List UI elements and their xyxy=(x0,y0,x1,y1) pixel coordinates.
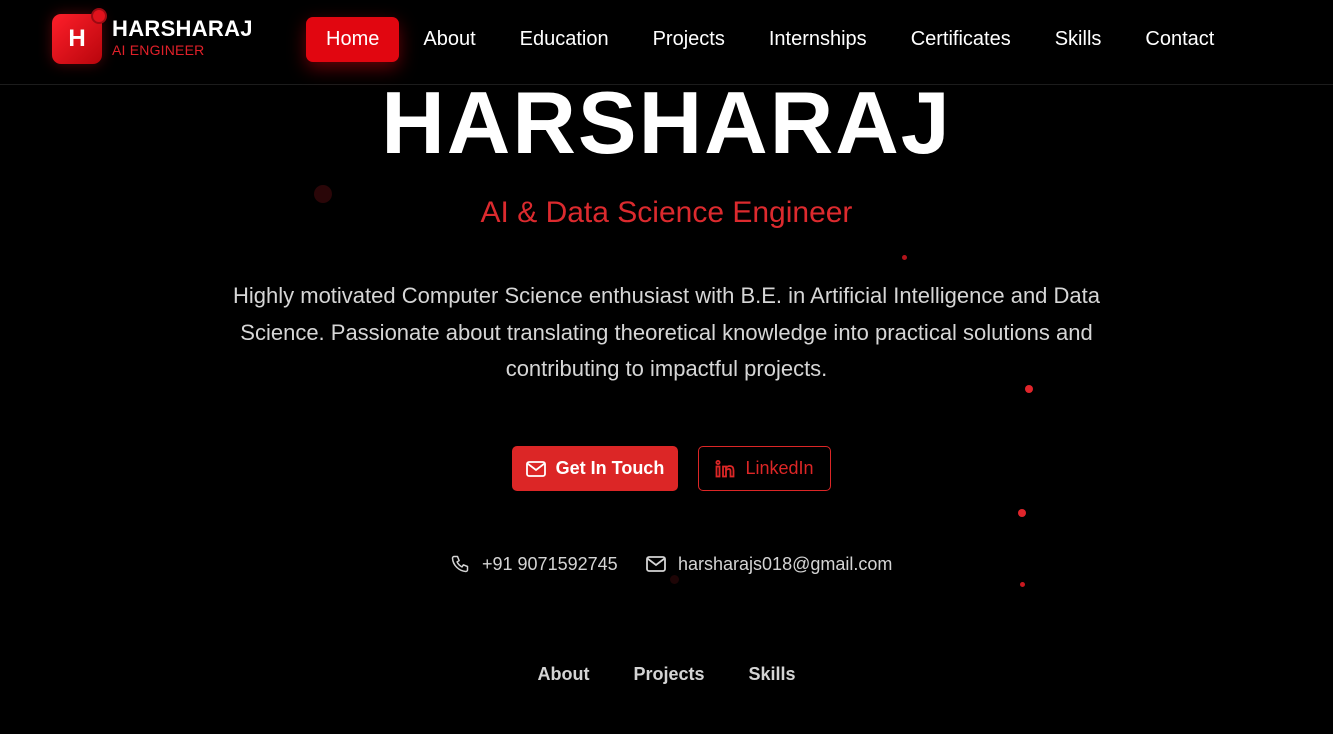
quick-links: About Projects Skills xyxy=(0,664,1333,685)
nav-contact[interactable]: Contact xyxy=(1125,17,1234,62)
contact-phone[interactable]: +91 9071592745 xyxy=(450,552,618,576)
linkedin-label: LinkedIn xyxy=(745,458,814,478)
nav-skills[interactable]: Skills xyxy=(1035,17,1122,62)
linkedin-button[interactable]: LinkedIn xyxy=(698,446,831,491)
get-in-touch-button[interactable]: Get In Touch xyxy=(512,446,678,491)
quick-link-about[interactable]: About xyxy=(537,664,589,685)
nav-education[interactable]: Education xyxy=(500,17,629,62)
email-address: harsharajs018@gmail.com xyxy=(678,553,893,574)
brand-initial: H xyxy=(68,25,86,52)
quick-link-skills[interactable]: Skills xyxy=(749,664,796,685)
phone-icon xyxy=(451,555,469,573)
brand-tagline: AI ENGINEER xyxy=(112,42,205,58)
linkedin-icon xyxy=(715,459,735,477)
nav-certificates[interactable]: Certificates xyxy=(891,17,1031,62)
nav-about[interactable]: About xyxy=(403,17,495,62)
particle-dot xyxy=(670,575,679,584)
top-navbar: H HARSHARAJ AI ENGINEER Home About Educa… xyxy=(0,0,1333,85)
mail-icon xyxy=(646,556,666,572)
particle-dot xyxy=(1020,582,1025,587)
phone-number: +91 9071592745 xyxy=(482,553,618,574)
contact-email[interactable]: harsharajs018@gmail.com xyxy=(646,552,892,576)
nav-home[interactable]: Home xyxy=(306,17,400,62)
particle-dot xyxy=(902,255,907,260)
particle-dot xyxy=(1018,509,1026,517)
mail-icon xyxy=(525,460,546,477)
main-menu: Home About Education Projects Internship… xyxy=(306,17,1234,62)
get-in-touch-label: Get In Touch xyxy=(555,458,665,478)
hero-title: HARSHARAJ xyxy=(381,73,952,172)
logo-dot-icon xyxy=(91,8,107,24)
brand-name[interactable]: HARSHARAJ xyxy=(112,16,253,42)
quick-link-projects[interactable]: Projects xyxy=(633,664,704,685)
hero-subtitle: AI & Data Science Engineer xyxy=(480,196,853,229)
nav-internships[interactable]: Internships xyxy=(749,17,887,62)
hero-description: Highly motivated Computer Science enthus… xyxy=(233,283,1100,381)
nav-projects[interactable]: Projects xyxy=(633,17,745,62)
